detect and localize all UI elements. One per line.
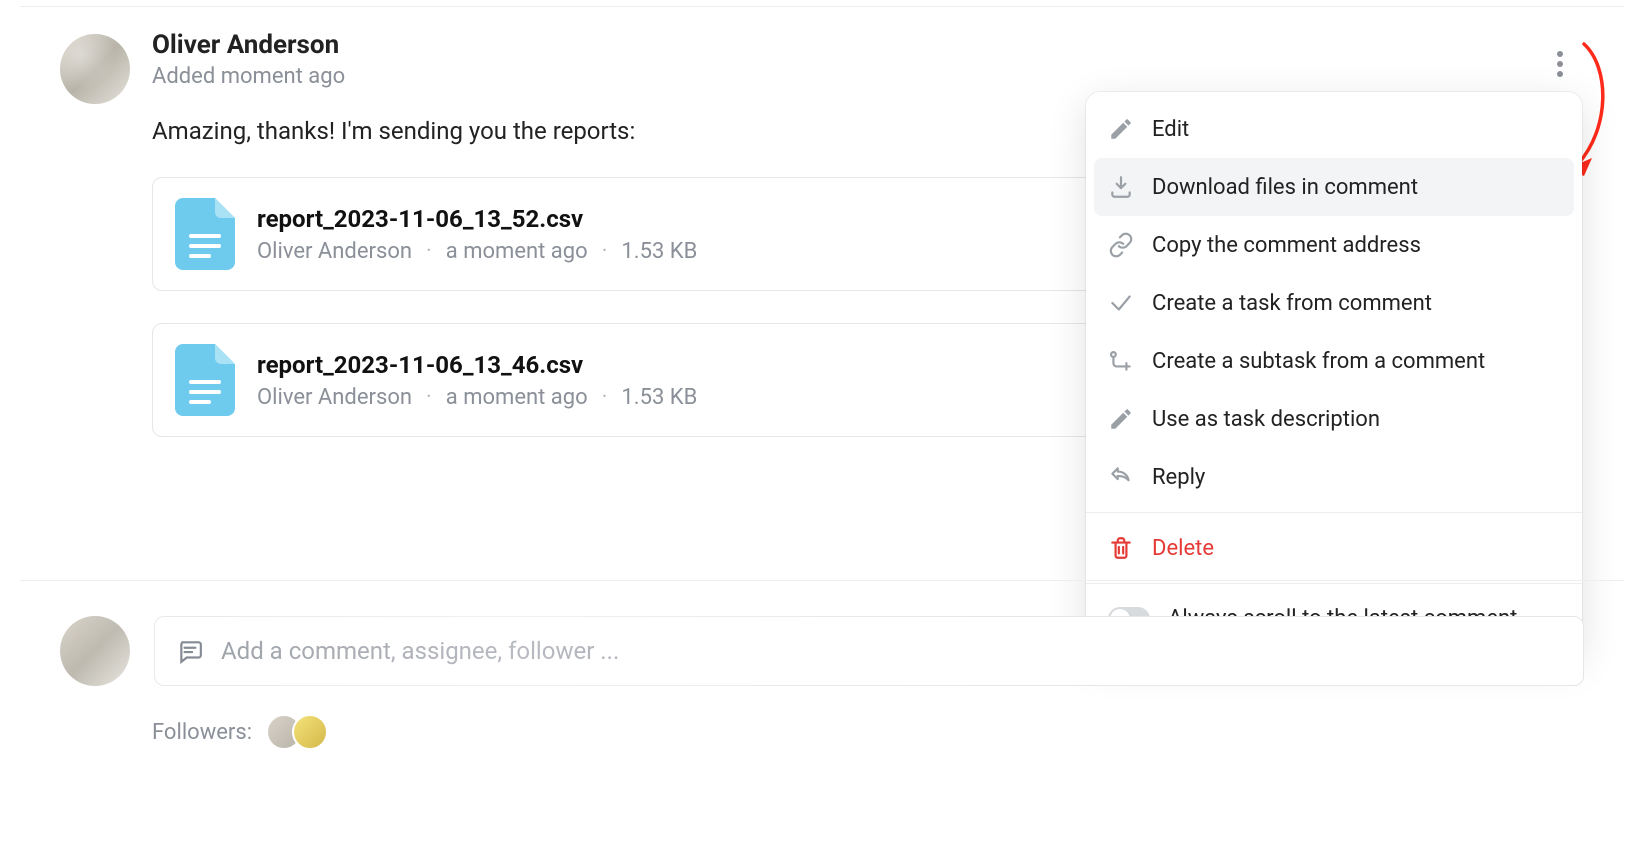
- current-user-avatar[interactable]: [60, 616, 130, 686]
- menu-edit[interactable]: Edit: [1086, 100, 1582, 158]
- check-icon: [1108, 290, 1134, 316]
- meta-separator: ·: [602, 239, 608, 264]
- attachment-uploader: Oliver Anderson: [257, 385, 412, 410]
- file-icon: [175, 344, 235, 416]
- attachment-when: a moment ago: [446, 239, 588, 264]
- compose-area: Add a comment, assignee, follower ...: [60, 616, 1584, 686]
- menu-divider: [1086, 512, 1582, 513]
- menu-label: Create a task from comment: [1152, 291, 1432, 316]
- attachment-filename: report_2023-11-06_13_52.csv: [257, 205, 697, 233]
- follower-avatar[interactable]: [292, 714, 328, 750]
- meta-separator: ·: [602, 385, 608, 410]
- trash-icon: [1108, 535, 1134, 561]
- more-actions-button[interactable]: [1550, 44, 1570, 84]
- menu-label: Download files in comment: [1152, 175, 1418, 200]
- comment-timestamp: Added moment ago: [152, 64, 1584, 89]
- kebab-icon: [1556, 50, 1564, 78]
- attachment-filename: report_2023-11-06_13_46.csv: [257, 351, 697, 379]
- subtask-icon: [1108, 348, 1134, 374]
- download-icon: [1108, 174, 1134, 200]
- menu-create-task[interactable]: Create a task from comment: [1086, 274, 1582, 332]
- menu-delete[interactable]: Delete: [1086, 519, 1582, 577]
- follower-avatars[interactable]: [266, 714, 328, 750]
- menu-label: Delete: [1152, 536, 1214, 561]
- attachment-size: 1.53 KB: [621, 239, 697, 264]
- menu-use-description[interactable]: Use as task description: [1086, 390, 1582, 448]
- pencil-icon: [1108, 116, 1134, 142]
- divider: [20, 580, 1624, 581]
- reply-icon: [1108, 464, 1134, 490]
- meta-separator: ·: [426, 385, 432, 410]
- menu-label: Create a subtask from a comment: [1152, 349, 1485, 374]
- menu-reply[interactable]: Reply: [1086, 448, 1582, 506]
- file-icon: [175, 198, 235, 270]
- attachment-when: a moment ago: [446, 385, 588, 410]
- attachment-size: 1.53 KB: [621, 385, 697, 410]
- attachment-meta: Oliver Anderson · a moment ago · 1.53 KB: [257, 239, 697, 264]
- menu-label: Reply: [1152, 465, 1205, 490]
- menu-label: Copy the comment address: [1152, 233, 1421, 258]
- menu-label: Edit: [1152, 117, 1189, 142]
- followers-row: Followers:: [152, 714, 328, 750]
- author-name: Oliver Anderson: [152, 30, 1584, 60]
- pencil-icon: [1108, 406, 1134, 432]
- menu-copy-address[interactable]: Copy the comment address: [1086, 216, 1582, 274]
- author-avatar[interactable]: [60, 34, 130, 104]
- menu-label: Use as task description: [1152, 407, 1380, 432]
- meta-separator: ·: [426, 239, 432, 264]
- link-icon: [1108, 232, 1134, 258]
- attachment-uploader: Oliver Anderson: [257, 239, 412, 264]
- menu-download-files[interactable]: Download files in comment: [1094, 158, 1574, 216]
- attachment-meta: Oliver Anderson · a moment ago · 1.53 KB: [257, 385, 697, 410]
- comment-actions-menu: Edit Download files in comment Copy the …: [1086, 92, 1582, 655]
- menu-create-subtask[interactable]: Create a subtask from a comment: [1086, 332, 1582, 390]
- menu-divider: [1086, 583, 1582, 584]
- followers-label: Followers:: [152, 720, 252, 745]
- divider: [20, 6, 1624, 7]
